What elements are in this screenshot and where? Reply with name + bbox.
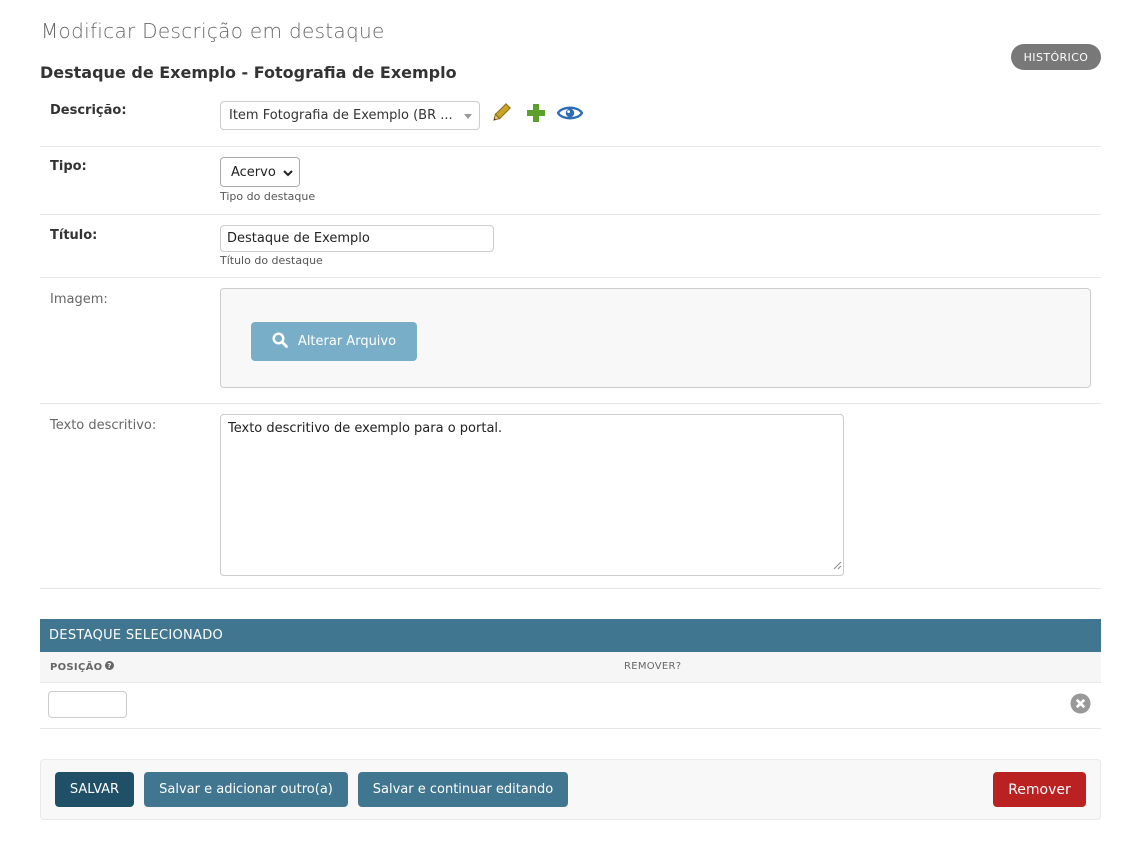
delete-button[interactable]: Remover bbox=[993, 772, 1086, 807]
descricao-select[interactable]: Item Fotografia de Exemplo (BR ... bbox=[220, 101, 480, 130]
help-icon: ? bbox=[105, 661, 115, 673]
save-button[interactable]: SALVAR bbox=[55, 772, 134, 807]
object-title: Destaque de Exemplo - Fotografia de Exem… bbox=[40, 63, 457, 82]
descricao-label: Descrição: bbox=[50, 103, 127, 118]
table-row bbox=[40, 683, 1101, 729]
imagem-label: Imagem: bbox=[50, 292, 108, 307]
remove-column-header: REMOVER? bbox=[624, 661, 682, 672]
history-button[interactable]: HISTÓRICO bbox=[1011, 44, 1101, 70]
titulo-input[interactable]: Destaque de Exemplo bbox=[220, 225, 494, 252]
texto-textarea[interactable]: Texto descritivo de exemplo para o porta… bbox=[220, 414, 844, 576]
form-row-titulo: Título: Destaque de Exemplo Título do de… bbox=[40, 225, 1101, 278]
position-column-label: POSIÇÃO bbox=[50, 661, 103, 673]
form-row-descricao: Descrição: Item Fotografia de Exemplo (B… bbox=[40, 101, 1101, 147]
chevron-down-icon bbox=[464, 114, 472, 119]
inline-column-headers: POSIÇÃO ? REMOVER? bbox=[40, 652, 1101, 683]
resize-handle-icon[interactable] bbox=[833, 559, 842, 574]
save-and-continue-button[interactable]: Salvar e continuar editando bbox=[358, 772, 568, 807]
titulo-help-text: Título do destaque bbox=[220, 254, 323, 267]
eye-icon[interactable] bbox=[556, 104, 584, 126]
form-row-texto: Texto descritivo: Texto descritivo de ex… bbox=[40, 414, 1101, 589]
image-upload-box: Alterar Arquivo bbox=[220, 288, 1091, 388]
submit-row: SALVAR Salvar e adicionar outro(a) Salva… bbox=[40, 759, 1101, 820]
plus-icon[interactable] bbox=[526, 103, 546, 127]
tipo-label: Tipo: bbox=[50, 159, 87, 174]
descricao-select-value: Item Fotografia de Exemplo (BR ... bbox=[229, 108, 453, 123]
titulo-label: Título: bbox=[50, 228, 98, 243]
texto-label: Texto descritivo: bbox=[50, 418, 157, 433]
tipo-select[interactable]: Acervo bbox=[220, 157, 300, 187]
svg-text:?: ? bbox=[108, 662, 112, 670]
tipo-select-value: Acervo bbox=[231, 164, 276, 180]
position-input[interactable] bbox=[48, 691, 127, 718]
alter-file-label: Alterar Arquivo bbox=[297, 334, 397, 349]
position-column-header: POSIÇÃO ? bbox=[50, 661, 115, 673]
chevron-down-icon bbox=[283, 167, 293, 182]
save-and-add-button[interactable]: Salvar e adicionar outro(a) bbox=[144, 772, 348, 807]
search-icon bbox=[272, 331, 288, 352]
texto-textarea-value: Texto descritivo de exemplo para o porta… bbox=[228, 421, 503, 436]
page-heading: Modificar Descrição em destaque bbox=[41, 19, 385, 43]
remove-icon[interactable] bbox=[1070, 693, 1091, 718]
form-row-tipo: Tipo: Acervo Tipo do destaque bbox=[40, 157, 1101, 215]
alter-file-button[interactable]: Alterar Arquivo bbox=[251, 322, 417, 361]
tipo-help-text: Tipo do destaque bbox=[220, 190, 316, 203]
pencil-icon[interactable] bbox=[490, 102, 512, 128]
inline-section-header: DESTAQUE SELECIONADO bbox=[40, 619, 1101, 652]
form-row-imagem: Imagem: Alterar Arquivo bbox=[40, 288, 1101, 404]
titulo-input-value: Destaque de Exemplo bbox=[227, 231, 370, 246]
